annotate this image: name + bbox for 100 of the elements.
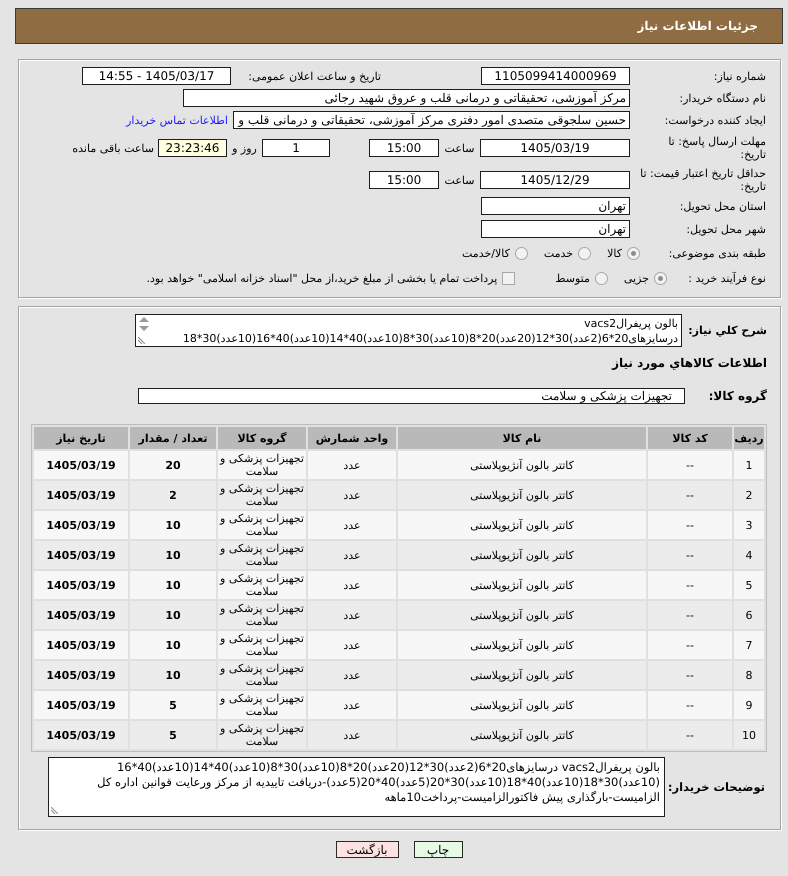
table-cell: -- (648, 511, 732, 539)
table-cell: کاتتر بالون آنژیوپلاستی (398, 451, 646, 479)
table-cell: -- (648, 541, 732, 569)
table-cell: تجهیزات پزشکی و سلامت (218, 661, 306, 689)
radio-label: خدمت (544, 246, 574, 260)
table-cell: 1405/03/19 (34, 661, 128, 689)
table-cell: -- (648, 571, 732, 599)
table-cell: -- (648, 481, 732, 509)
table-cell: عدد (308, 601, 396, 629)
field-label: نوع فرآیند خرید : (687, 272, 766, 284)
table-cell: 8 (734, 661, 764, 689)
requester-field[interactable]: حسین سلجوقی متصدی امور دفتری مرکز آموزشی، تحقیقاتی و درمانی قلب و (233, 111, 630, 129)
print-button[interactable]: چاپ (414, 841, 462, 858)
back-button[interactable]: بازگشت (336, 841, 398, 858)
radio-button[interactable] (627, 246, 640, 260)
table-cell: -- (648, 721, 732, 749)
field-label: شرح کلي نياز: (687, 324, 767, 337)
table-cell: -- (648, 631, 732, 659)
table-cell: کاتتر بالون آنژیوپلاستی (398, 481, 646, 509)
table-cell: تجهیزات پزشکی و سلامت (218, 721, 306, 749)
scroll-arrows-icon[interactable] (139, 317, 149, 331)
table-cell: عدد (308, 541, 396, 569)
table-cell: 1405/03/19 (34, 631, 128, 659)
resize-grip-icon[interactable] (138, 337, 145, 344)
table-cell: -- (648, 661, 732, 689)
goods-group-field[interactable]: تجهیزات پزشکی و سلامت (138, 388, 685, 404)
need-number-field[interactable]: 1105099414000969 (481, 67, 630, 85)
table-cell: 6 (734, 601, 764, 629)
table-cell: 1405/03/19 (34, 481, 128, 509)
field-label: ساعت (444, 142, 476, 154)
table-cell: 1405/03/19 (34, 571, 128, 599)
table-cell: عدد (308, 661, 396, 689)
field-label: طبقه بندی موضوعی: (668, 246, 766, 260)
field-label: ساعت باقی مانده (72, 142, 154, 154)
column-header: تعداد / مقدار (130, 427, 216, 449)
column-header: تاریخ نیاز (34, 427, 128, 449)
column-header: نام کالا (398, 427, 646, 449)
countdown-field[interactable]: 23:23:46 (158, 139, 227, 157)
table-cell: عدد (308, 691, 396, 719)
table-cell: 2 (130, 481, 216, 509)
date-field[interactable]: 1405/12/29 (480, 171, 630, 189)
field-label: روز و (230, 142, 258, 154)
table-cell: عدد (308, 451, 396, 479)
announce-date-field[interactable]: 1405/03/17 - 14:55 (82, 67, 231, 85)
table-cell: 20 (130, 451, 216, 479)
table-cell: 1405/03/19 (34, 451, 128, 479)
radio-button[interactable] (514, 246, 528, 260)
field-label: ایجاد کننده درخواست: (664, 114, 766, 126)
table-cell: تجهیزات پزشکی و سلامت (218, 541, 306, 569)
table-cell: کاتتر بالون آنژیوپلاستی (398, 571, 646, 599)
field-label: شماره نیاز: (712, 70, 766, 82)
table-cell: 5 (130, 691, 216, 719)
page-title: جزئیات اطلاعات نیاز (637, 19, 758, 33)
radio-label: کالا/خدمت (462, 246, 510, 260)
table-cell: تجهیزات پزشکی و سلامت (218, 601, 306, 629)
resize-grip-icon[interactable] (51, 807, 58, 814)
table-cell: 1 (734, 451, 764, 479)
table-cell: 5 (130, 721, 216, 749)
table-cell: تجهیزات پزشکی و سلامت (218, 451, 306, 479)
table-cell: تجهیزات پزشکی و سلامت (218, 691, 306, 719)
notes-textarea[interactable]: بالون پریفرالvacs2 درسایزهای20*6(2عدد)30*12(20عدد)20*8(10عدد)30*8(10عدد)40*14(10عدد)40*16(10عدد)30*18(10عدد)40*18(10عدد)30*20(5عدد)40*20(5عدد)-دریافت تاییدیه از مرکز ورعایت قوانین اداره کل الزامیست-بارگذاری پیش فاکتورالزامیست-پرداخت10ماهه (48, 757, 665, 817)
table-cell: -- (648, 691, 732, 719)
radio-button[interactable] (578, 246, 592, 260)
contact-link[interactable]: اطلاعات تماس خریدار (126, 114, 228, 126)
table-cell: عدد (308, 631, 396, 659)
date-field[interactable]: 1405/03/19 (480, 139, 630, 157)
time-field[interactable]: 15:00 (369, 171, 439, 189)
table-cell: کاتتر بالون آنژیوپلاستی (398, 691, 646, 719)
table-cell: 10 (130, 601, 216, 629)
radio-label: متوسط (555, 272, 590, 284)
field-label: توضیحات خریدار: (668, 780, 765, 794)
table-cell: 3 (734, 511, 764, 539)
table-cell: عدد (308, 481, 396, 509)
radio-button[interactable] (594, 272, 608, 284)
province-field[interactable]: تهران (481, 197, 630, 215)
table-cell: 9 (734, 691, 764, 719)
table-cell: 10 (734, 721, 764, 749)
table-cell: 1405/03/19 (34, 721, 128, 749)
table-cell: 10 (130, 511, 216, 539)
field-label: گروه کالا: (708, 389, 767, 403)
days-field[interactable]: 1 (262, 139, 330, 157)
table-cell: -- (648, 601, 732, 629)
checkbox[interactable] (502, 272, 516, 284)
table-cell: 2 (734, 481, 764, 509)
table-cell: کاتتر بالون آنژیوپلاستی (398, 541, 646, 569)
table-cell: 1405/03/19 (34, 511, 128, 539)
field-label: ساعت (444, 174, 476, 186)
table-cell: 10 (130, 571, 216, 599)
radio-button[interactable] (654, 272, 667, 284)
table-cell: 1405/03/19 (34, 601, 128, 629)
time-field[interactable]: 15:00 (369, 139, 439, 157)
table-cell: عدد (308, 721, 396, 749)
field-label: نام دستگاه خریدار: (678, 92, 766, 104)
table-cell: تجهیزات پزشکی و سلامت (218, 481, 306, 509)
table-cell: عدد (308, 511, 396, 539)
city-field[interactable]: تهران (481, 220, 630, 238)
radio-label: کالا (607, 246, 622, 260)
summary-textarea[interactable]: بالون پریفرالvacs2 درسایزهای20*6(2عدد)30*12(20عدد)20*8(10عدد)30*8(10عدد)40*14(10عدد)40*16(10عدد)30*18 (135, 314, 682, 347)
buyer-org-field[interactable]: مرکز آموزشی، تحقیقاتی و درمانی قلب و عروق شهید رجائی (183, 89, 630, 107)
table-cell: کاتتر بالون آنژیوپلاستی (398, 661, 646, 689)
